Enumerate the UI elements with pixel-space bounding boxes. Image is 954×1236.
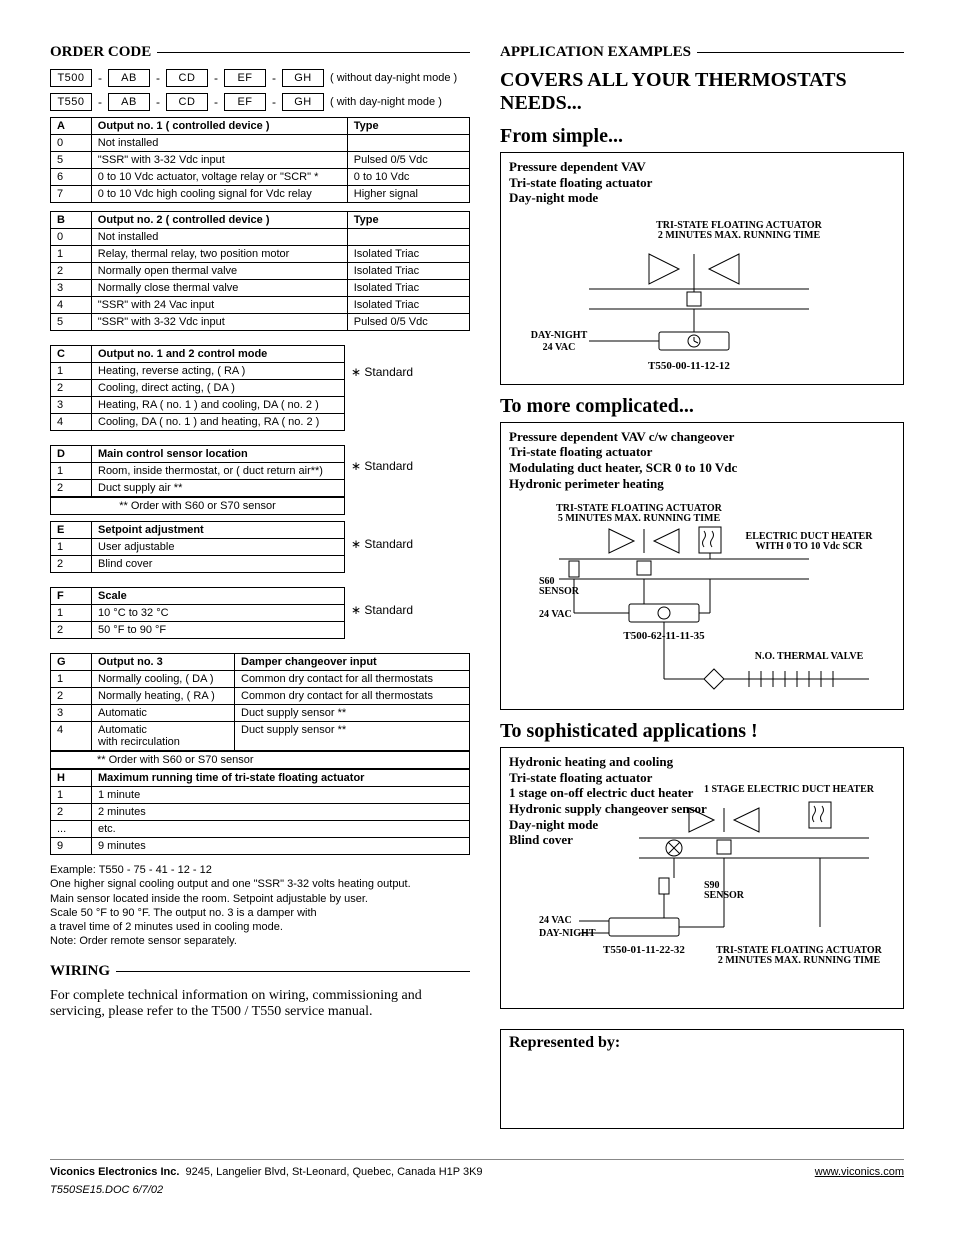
- table-row: 22 minutes: [51, 804, 470, 821]
- order-code-row-1: T500- AB- CD- EF- GH ( without day-night…: [50, 69, 470, 87]
- sophisticated-appbox: Hydronic heating and cooling Tri-state f…: [500, 747, 904, 1009]
- table-row: 110 °C to 32 °C: [51, 605, 345, 622]
- oc-box: CD: [166, 93, 208, 111]
- svg-text:24 VAC: 24 VAC: [539, 609, 572, 620]
- table-row: 11 minute: [51, 787, 470, 804]
- table-row: 1Normally cooling, ( DA )Common dry cont…: [51, 671, 470, 688]
- oc-box: T500: [50, 69, 92, 87]
- table-row: 5"SSR" with 3-32 Vdc inputPulsed 0/5 Vdc: [51, 152, 470, 169]
- svg-text:T550-01-11-22-32: T550-01-11-22-32: [603, 944, 685, 956]
- svg-text:24 VAC: 24 VAC: [539, 915, 572, 926]
- table-row: 2Normally heating, ( RA )Common dry cont…: [51, 688, 470, 705]
- table-row: 70 to 10 Vdc high cooling signal for Vdc…: [51, 186, 470, 203]
- table-row: 5"SSR" with 3-32 Vdc inputPulsed 0/5 Vdc: [51, 314, 470, 331]
- application-examples-heading: APPLICATION EXAMPLES: [500, 44, 904, 61]
- simple-diagram: TRI-STATE FLOATING ACTUATOR2 MINUTES MAX…: [509, 214, 895, 374]
- oc-box: AB: [108, 93, 150, 111]
- headline: COVERS ALL YOUR THERMOSTATS NEEDS...: [500, 69, 904, 115]
- order-code-heading: ORDER CODE: [50, 44, 470, 61]
- table-row: 1Room, inside thermostat, or ( duct retu…: [51, 463, 345, 480]
- oc-note: ( without day-night mode ): [330, 72, 457, 84]
- represented-by-box: Represented by:: [500, 1029, 904, 1129]
- table-b: BOutput no. 2 ( controlled device )Type …: [50, 211, 470, 331]
- oc-box: CD: [166, 69, 208, 87]
- svg-text:1 STAGE ELECTRIC DUCT HEATER: 1 STAGE ELECTRIC DUCT HEATER: [704, 784, 875, 795]
- table-c: COutput no. 1 and 2 control mode 1Heatin…: [50, 345, 345, 431]
- table-row: 2Blind cover: [51, 556, 345, 573]
- example-block: Example: T550 - 75 - 41 - 12 - 12 One hi…: [50, 863, 470, 949]
- table-row: 4"SSR" with 24 Vac inputIsolated Triac: [51, 297, 470, 314]
- simple-title: From simple...: [500, 125, 904, 148]
- table-row: 2Cooling, direct acting, ( DA ): [51, 380, 345, 397]
- table-g-note: ** Order with S60 or S70 sensor: [50, 751, 470, 769]
- svg-text:TRI-STATE FLOATING ACTUATOR2 M: TRI-STATE FLOATING ACTUATOR2 MINUTES MAX…: [656, 220, 823, 241]
- standard-note: ∗ Standard: [351, 515, 431, 551]
- represented-by-label: Represented by:: [509, 1034, 620, 1051]
- table-row: 250 °F to 90 °F: [51, 622, 345, 639]
- table-d-note: ** Order with S60 or S70 sensor: [50, 497, 345, 515]
- table-row: ...etc.: [51, 821, 470, 838]
- table-row: 3Heating, RA ( no. 1 ) and cooling, DA (…: [51, 397, 345, 414]
- table-e: ESetpoint adjustment 1User adjustable 2B…: [50, 521, 345, 573]
- table-row: 60 to 10 Vdc actuator, voltage relay or …: [51, 169, 470, 186]
- table-row: 4Cooling, DA ( no. 1 ) and heating, RA (…: [51, 414, 345, 431]
- footer-url[interactable]: www.viconics.com: [815, 1166, 904, 1178]
- table-h: HMaximum running time of tri-state float…: [50, 769, 470, 855]
- complicated-diagram: TRI-STATE FLOATING ACTUATOR5 MINUTES MAX…: [509, 499, 895, 699]
- oc-box: GH: [282, 93, 324, 111]
- standard-note: ∗ Standard: [351, 581, 431, 617]
- footer-company: Viconics Electronics Inc.: [50, 1166, 179, 1178]
- table-g: GOutput no. 3Damper changeover input 1No…: [50, 653, 470, 751]
- oc-box: AB: [108, 69, 150, 87]
- footer-address: 9245, Langelier Blvd, St-Leonard, Quebec…: [186, 1166, 483, 1178]
- simple-appbox: Pressure dependent VAV Tri-state floatin…: [500, 152, 904, 385]
- standard-note: ∗ Standard: [351, 439, 431, 473]
- oc-box: EF: [224, 93, 266, 111]
- table-row: 99 minutes: [51, 838, 470, 855]
- table-row: 2Normally open thermal valveIsolated Tri…: [51, 263, 470, 280]
- page-footer: Viconics Electronics Inc. 9245, Langelie…: [50, 1159, 904, 1196]
- sophisticated-title: To sophisticated applications !: [500, 720, 904, 743]
- table-f: FScale 110 °C to 32 °C 250 °F to 90 °F: [50, 587, 345, 639]
- svg-text:TRI-STATE FLOATING ACTUATOR5 M: TRI-STATE FLOATING ACTUATOR5 MINUTES MAX…: [556, 503, 723, 524]
- table-row: 1Relay, thermal relay, two position moto…: [51, 246, 470, 263]
- table-row: 0Not installed: [51, 229, 470, 246]
- standard-note: ∗ Standard: [351, 339, 431, 379]
- svg-text:TRI-STATE FLOATING ACTUATOR2 M: TRI-STATE FLOATING ACTUATOR2 MINUTES MAX…: [716, 945, 883, 966]
- wiring-text: For complete technical information on wi…: [50, 988, 470, 1020]
- table-a: AOutput no. 1 ( controlled device )Type …: [50, 117, 470, 203]
- wiring-heading: WIRING: [50, 963, 470, 980]
- table-row: 3Normally close thermal valveIsolated Tr…: [51, 280, 470, 297]
- order-code-row-2: T550- AB- CD- EF- GH ( with day-night mo…: [50, 93, 470, 111]
- table-row: 1User adjustable: [51, 539, 345, 556]
- oc-box: EF: [224, 69, 266, 87]
- oc-box: T550: [50, 93, 92, 111]
- svg-text:ELECTRIC DUCT HEATERWITH 0 TO: ELECTRIC DUCT HEATERWITH 0 TO 10 Vdc SCR: [746, 531, 874, 552]
- svg-text:T550-00-11-12-12: T550-00-11-12-12: [648, 360, 730, 372]
- svg-text:24 VAC: 24 VAC: [543, 342, 576, 353]
- order-code-heading-text: ORDER CODE: [50, 44, 151, 61]
- table-row: 3AutomaticDuct supply sensor **: [51, 705, 470, 722]
- table-row: 4Automatic with recirculationDuct supply…: [51, 722, 470, 751]
- complicated-title: To more complicated...: [500, 395, 904, 418]
- table-row: 0Not installed: [51, 135, 470, 152]
- table-row: 1Heating, reverse acting, ( RA ): [51, 363, 345, 380]
- svg-text:N.O. THERMAL VALVE: N.O. THERMAL VALVE: [755, 651, 864, 662]
- table-d: DMain control sensor location 1Room, ins…: [50, 445, 345, 497]
- table-row: 2Duct supply air **: [51, 480, 345, 497]
- footer-docid: T550SE15.DOC 6/7/02: [50, 1184, 483, 1196]
- complicated-appbox: Pressure dependent VAV c/w changeover Tr…: [500, 422, 904, 710]
- svg-text:DAY-NIGHT: DAY-NIGHT: [531, 330, 588, 341]
- oc-box: GH: [282, 69, 324, 87]
- oc-note: ( with day-night mode ): [330, 96, 442, 108]
